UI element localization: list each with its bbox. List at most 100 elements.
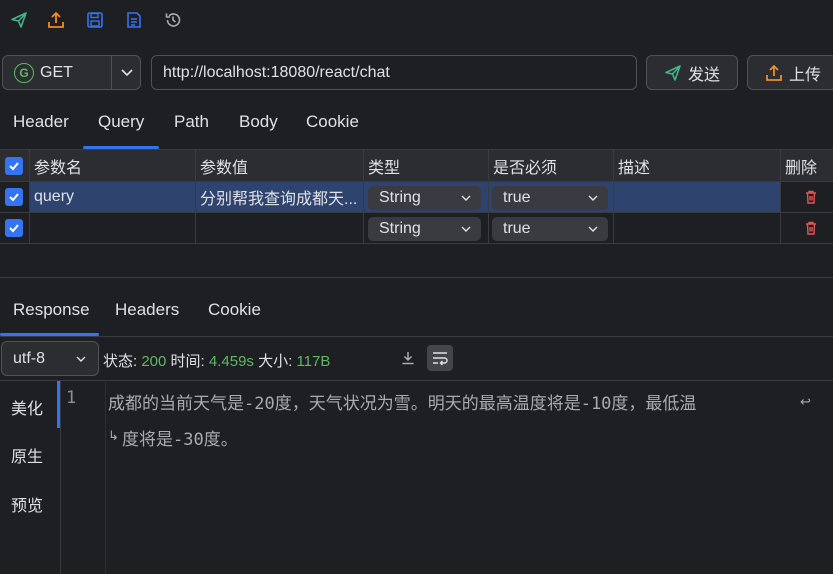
upload-button-label: 上传 <box>789 66 822 84</box>
send-button[interactable]: 发送 <box>646 55 738 90</box>
method-select[interactable]: G GET <box>2 55 141 90</box>
row-checkbox[interactable] <box>5 219 23 237</box>
tab-cookie[interactable]: Cookie <box>306 112 359 132</box>
view-mode-pretty[interactable]: 美化 <box>11 395 43 419</box>
active-response-tab-indicator <box>0 333 99 336</box>
param-delete-cell <box>781 213 833 243</box>
document-list-icon[interactable] <box>124 10 144 30</box>
send-icon <box>665 64 681 81</box>
wrap-continue-icon: ↳ <box>108 428 119 443</box>
type-select[interactable]: String <box>368 217 481 241</box>
encoding-select[interactable]: utf-8 <box>1 341 99 376</box>
response-body-line: 成都的当前天气是-20度，天气状况为雪。明天的最高温度将是-10度，最低温 <box>108 394 697 414</box>
method-label: GET <box>40 63 73 81</box>
download-icon[interactable] <box>399 349 417 367</box>
url-input[interactable]: http://localhost:18080/react/chat <box>151 55 637 90</box>
method-badge: G <box>14 62 34 83</box>
tab-query[interactable]: Query <box>98 112 144 132</box>
trash-icon[interactable] <box>803 220 819 236</box>
tab-response-headers[interactable]: Headers <box>115 300 179 320</box>
status-label: 状态: <box>103 353 138 370</box>
check-icon <box>9 161 19 170</box>
send-icon[interactable] <box>9 10 29 30</box>
request-tabs: Header Query Path Body Cookie <box>0 102 833 150</box>
response-status-bar: 状态: 200 时间: 4.459s 大小: 117B <box>103 350 330 371</box>
param-name-cell[interactable] <box>30 213 196 243</box>
response-toolbar-divider <box>0 380 833 381</box>
upload-button[interactable]: 上传 <box>747 55 833 90</box>
table-row: String true <box>0 213 833 244</box>
encoding-value: utf-8 <box>13 349 46 367</box>
param-description-cell[interactable] <box>614 213 781 243</box>
col-header-description: 描述 <box>614 150 781 181</box>
row-checkbox-cell <box>0 182 30 212</box>
view-mode-menu: 美化 原生 预览 <box>0 381 61 574</box>
upload-icon <box>766 64 782 81</box>
col-header-type: 类型 <box>364 150 489 181</box>
view-mode-preview[interactable]: 预览 <box>11 492 43 516</box>
required-select[interactable]: true <box>492 217 608 241</box>
upload-icon[interactable] <box>46 10 66 30</box>
response-body[interactable]: 成都的当前天气是-20度，天气状况为雪。明天的最高温度将是-10度，最低温 度将… <box>108 386 808 458</box>
required-select-value: true <box>503 220 531 237</box>
type-select[interactable]: String <box>368 186 481 210</box>
line-number: 1 <box>66 388 77 408</box>
param-required-cell: true <box>489 182 614 212</box>
tab-body[interactable]: Body <box>239 112 278 132</box>
type-select-value: String <box>379 220 421 237</box>
param-value-cell[interactable] <box>196 213 364 243</box>
status-value: 200 <box>141 353 167 370</box>
table-row: query 分别帮我查询成都天... String true <box>0 182 833 213</box>
check-icon <box>9 224 19 233</box>
chevron-down-icon <box>588 226 598 232</box>
col-header-name: 参数名 <box>30 150 196 181</box>
history-icon[interactable] <box>163 10 183 30</box>
size-value: 117B <box>296 353 331 370</box>
response-body-line: 度将是-30度。 <box>122 430 238 450</box>
send-button-label: 发送 <box>687 66 720 84</box>
params-header-row: 参数名 参数值 类型 是否必须 描述 删除 <box>0 150 833 182</box>
size-label: 大小: <box>258 353 293 370</box>
param-delete-cell <box>781 182 833 212</box>
active-tab-indicator <box>83 146 159 149</box>
select-all-cell <box>0 150 30 181</box>
required-select-value: true <box>503 189 531 206</box>
param-type-cell: String <box>364 182 489 212</box>
param-description-cell[interactable] <box>614 182 781 212</box>
top-toolbar <box>0 0 833 40</box>
param-type-cell: String <box>364 213 489 243</box>
response-tabs: Response Headers Cookie <box>0 290 833 337</box>
chevron-down-icon <box>461 226 471 232</box>
chevron-down-icon <box>76 356 86 362</box>
select-all-checkbox[interactable] <box>5 156 23 175</box>
time-value: 4.459s <box>208 353 254 370</box>
col-header-value: 参数值 <box>196 150 364 181</box>
required-select[interactable]: true <box>492 186 608 210</box>
tab-response-cookie[interactable]: Cookie <box>208 300 261 320</box>
save-icon[interactable] <box>85 10 105 30</box>
tab-path[interactable]: Path <box>174 112 209 132</box>
row-checkbox[interactable] <box>5 188 23 206</box>
chevron-down-icon <box>588 195 598 201</box>
tab-response[interactable]: Response <box>13 300 90 320</box>
col-header-required: 是否必须 <box>489 150 614 181</box>
method-separator <box>111 56 112 89</box>
view-mode-raw[interactable]: 原生 <box>11 443 43 467</box>
active-view-indicator <box>57 381 60 428</box>
type-select-value: String <box>379 189 421 206</box>
col-header-delete: 删除 <box>785 159 818 177</box>
param-name-cell[interactable]: query <box>30 182 196 212</box>
word-wrap-icon[interactable] <box>427 345 453 371</box>
param-required-cell: true <box>489 213 614 243</box>
time-label: 时间: <box>170 353 205 370</box>
trash-icon[interactable] <box>803 189 819 205</box>
panel-divider[interactable] <box>0 277 833 278</box>
chevron-down-icon <box>461 195 471 201</box>
param-value-cell[interactable]: 分别帮我查询成都天... <box>196 182 364 212</box>
chevron-down-icon[interactable] <box>119 64 135 80</box>
check-icon <box>9 193 19 202</box>
wrap-arrow-icon: ↩ <box>800 394 811 409</box>
editor-gutter <box>61 381 106 574</box>
tab-header[interactable]: Header <box>13 112 69 132</box>
row-checkbox-cell <box>0 213 30 243</box>
